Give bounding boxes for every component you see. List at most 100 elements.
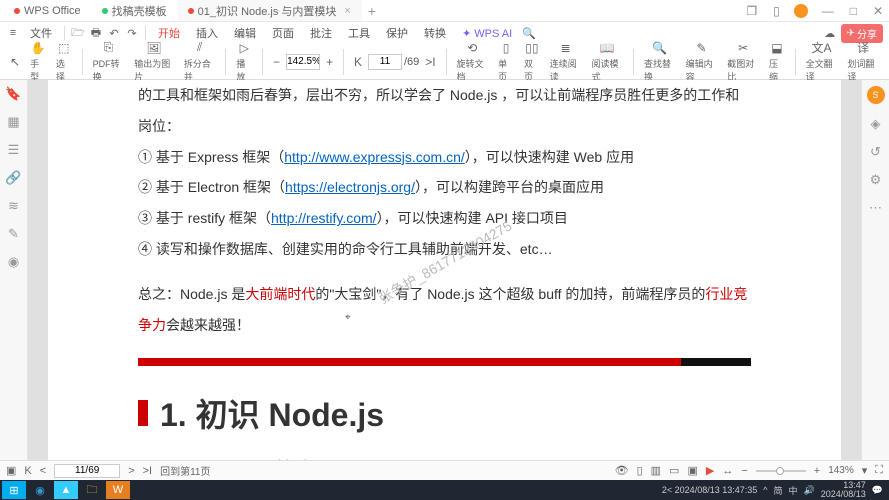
tool-read-mode[interactable]: 📖阅读模式 — [587, 41, 627, 83]
tab-wps-home[interactable]: WPS Office — [4, 0, 92, 21]
tool-find-replace[interactable]: 🔍查找替换 — [640, 41, 680, 83]
menu-annotate[interactable]: 批注 — [304, 23, 338, 43]
tool-continuous[interactable]: ≣连续阅读 — [546, 41, 586, 83]
notifications-icon[interactable]: 💬 — [872, 485, 883, 496]
open-icon[interactable]: 🗁 — [71, 26, 85, 40]
tool-prev-page[interactable]: K — [350, 55, 366, 69]
menu-tools[interactable]: 工具 — [342, 23, 376, 43]
link-restify[interactable]: http://restify.com/ — [271, 210, 377, 226]
menu-convert[interactable]: 转换 — [418, 23, 452, 43]
layout-2-icon[interactable]: ▥ — [651, 464, 661, 477]
more-icon[interactable]: ⋯ — [869, 200, 882, 216]
print-icon[interactable]: 🖶 — [89, 26, 103, 40]
window-restore-icon[interactable]: ❐ — [744, 4, 759, 18]
zoom-slider[interactable] — [756, 470, 806, 472]
tool-hand[interactable]: ✋手型 — [26, 41, 50, 83]
thumbnails-icon[interactable]: ▦ — [7, 114, 19, 130]
history-icon[interactable]: ↺ — [870, 144, 881, 160]
ai-assistant-icon[interactable]: S — [867, 86, 885, 104]
window-close-icon[interactable]: ✕ — [871, 4, 885, 18]
menu-wps-ai[interactable]: ✦ WPS AI — [456, 25, 518, 42]
app-menu-icon[interactable]: ≡ — [6, 26, 20, 40]
tool-double-page[interactable]: ▯▯双页 — [520, 41, 544, 83]
statusbar: ▣ K < > >I 回到第11页 👁 ▯ ▥ ▭ ▣ ▶ ↔ − + 143%… — [0, 460, 889, 480]
status-page-input[interactable] — [54, 464, 120, 478]
tray-chevron-icon[interactable]: ^ — [763, 485, 767, 495]
zoom-out-icon[interactable]: − — [741, 465, 747, 477]
tool-cursor[interactable]: ↖ — [6, 55, 24, 69]
menu-protect[interactable]: 保护 — [380, 23, 414, 43]
cloud-sync-icon[interactable]: ☁ — [823, 26, 837, 40]
user-avatar[interactable] — [794, 4, 808, 18]
first-page-icon[interactable]: K — [24, 465, 31, 477]
tool-zoom-out[interactable]: − — [269, 55, 284, 69]
tab-templates[interactable]: 找稿壳模板 — [92, 0, 178, 21]
outline-icon[interactable]: ☰ — [8, 142, 20, 158]
tool-play[interactable]: ▷播放 — [232, 41, 256, 83]
zoom-in-icon[interactable]: + — [814, 465, 820, 477]
task-edge[interactable]: ◉ — [28, 481, 52, 499]
menu-page[interactable]: 页面 — [266, 23, 300, 43]
tools-panel-icon[interactable]: ⚙ — [870, 172, 882, 188]
tool-highlight-translate[interactable]: 译划词翻译 — [843, 41, 883, 83]
new-tab-button[interactable]: + — [362, 3, 382, 19]
attachments-icon[interactable]: 🔗 — [5, 170, 21, 186]
tool-rotate[interactable]: ⟲旋转文档 — [452, 41, 492, 83]
page-total: /69 — [404, 56, 419, 68]
eye-icon[interactable]: 👁 — [615, 464, 629, 477]
system-clock[interactable]: 13:472024/08/13 — [821, 481, 866, 499]
zoom-percent: 143% — [828, 465, 854, 476]
ime-indicator-1[interactable]: 简 — [773, 484, 782, 497]
layout-4-icon[interactable]: ▣ — [687, 464, 697, 477]
fullscreen-icon[interactable]: ⛶ — [875, 464, 883, 477]
view-mode-icon[interactable]: ▣ — [6, 464, 16, 477]
tool-zoom-in[interactable]: + — [322, 55, 337, 69]
play-slideshow-icon[interactable]: ▶ — [706, 464, 714, 477]
tool-split-merge[interactable]: ⫽拆分合并 — [180, 41, 220, 83]
signatures-icon[interactable]: ✎ — [8, 226, 19, 242]
window-stack-icon[interactable]: ▯ — [771, 4, 782, 18]
search-icon[interactable]: 🔍 — [522, 26, 536, 40]
volume-icon[interactable]: 🔊 — [804, 485, 815, 496]
start-button[interactable]: ⊞ — [2, 481, 26, 499]
next-page-icon[interactable]: > — [128, 465, 134, 477]
link-express[interactable]: http://www.expressjs.com.cn/ — [284, 149, 465, 165]
tab-document[interactable]: 01_初识 Node.js 与内置模块 × — [178, 0, 362, 21]
dropdown-icon[interactable]: ▾ — [862, 464, 868, 477]
tool-edit-content[interactable]: ✎编辑内容 — [682, 41, 722, 83]
fit-width-icon[interactable]: ↔ — [722, 465, 733, 477]
redo-icon[interactable]: ↷ — [125, 26, 139, 40]
undo-icon[interactable]: ↶ — [107, 26, 121, 40]
tool-compress[interactable]: ⬓压缩 — [765, 41, 789, 83]
ime-indicator-2[interactable]: 中 — [789, 484, 798, 497]
zoom-input[interactable] — [286, 54, 320, 70]
tab-label: 01_初识 Node.js 与内置模块 — [198, 3, 337, 19]
prev-page-icon[interactable]: < — [40, 465, 46, 477]
document-canvas[interactable]: 的工具和框架如雨后春笋，层出不穷，所以学会了 Node.js ，可以让前端程序员… — [28, 80, 861, 460]
layers-icon[interactable]: ≋ — [8, 198, 19, 214]
link-electron[interactable]: https://electronjs.org/ — [285, 179, 415, 195]
task-app-1[interactable]: ▲ — [54, 481, 78, 499]
window-minimize-icon[interactable]: — — [820, 4, 836, 18]
list-item: ③ 基于 restify 框架（http://restify.com/），可以快… — [138, 203, 751, 234]
bookmark-icon[interactable]: 🔖 — [5, 86, 21, 102]
stamps-icon[interactable]: ◉ — [8, 254, 19, 270]
task-explorer[interactable]: 🗀 — [80, 481, 104, 499]
properties-icon[interactable]: ◈ — [871, 116, 881, 132]
tool-select[interactable]: ⬚选择 — [52, 41, 76, 83]
document-page: 的工具和框架如雨后春笋，层出不穷，所以学会了 Node.js ，可以让前端程序员… — [48, 80, 841, 460]
tool-export-image[interactable]: 🖼输出为图片 — [130, 41, 178, 83]
tool-single-page[interactable]: ▯单页 — [494, 41, 518, 83]
tool-next-page[interactable]: >I — [421, 55, 439, 69]
tool-screenshot-compare[interactable]: ✂截图对比 — [723, 41, 763, 83]
tool-full-translate[interactable]: 文A全文翻译 — [802, 41, 842, 83]
tool-pdf-convert[interactable]: ⎘PDF转换 — [89, 41, 129, 83]
section-divider — [138, 358, 751, 366]
tab-close-icon[interactable]: × — [344, 5, 350, 17]
layout-1-icon[interactable]: ▯ — [637, 464, 643, 477]
page-input[interactable] — [368, 54, 402, 70]
task-wps[interactable]: W — [106, 481, 130, 499]
window-maximize-icon[interactable]: □ — [848, 4, 859, 18]
last-page-icon[interactable]: >I — [143, 465, 152, 477]
layout-3-icon[interactable]: ▭ — [669, 464, 679, 477]
